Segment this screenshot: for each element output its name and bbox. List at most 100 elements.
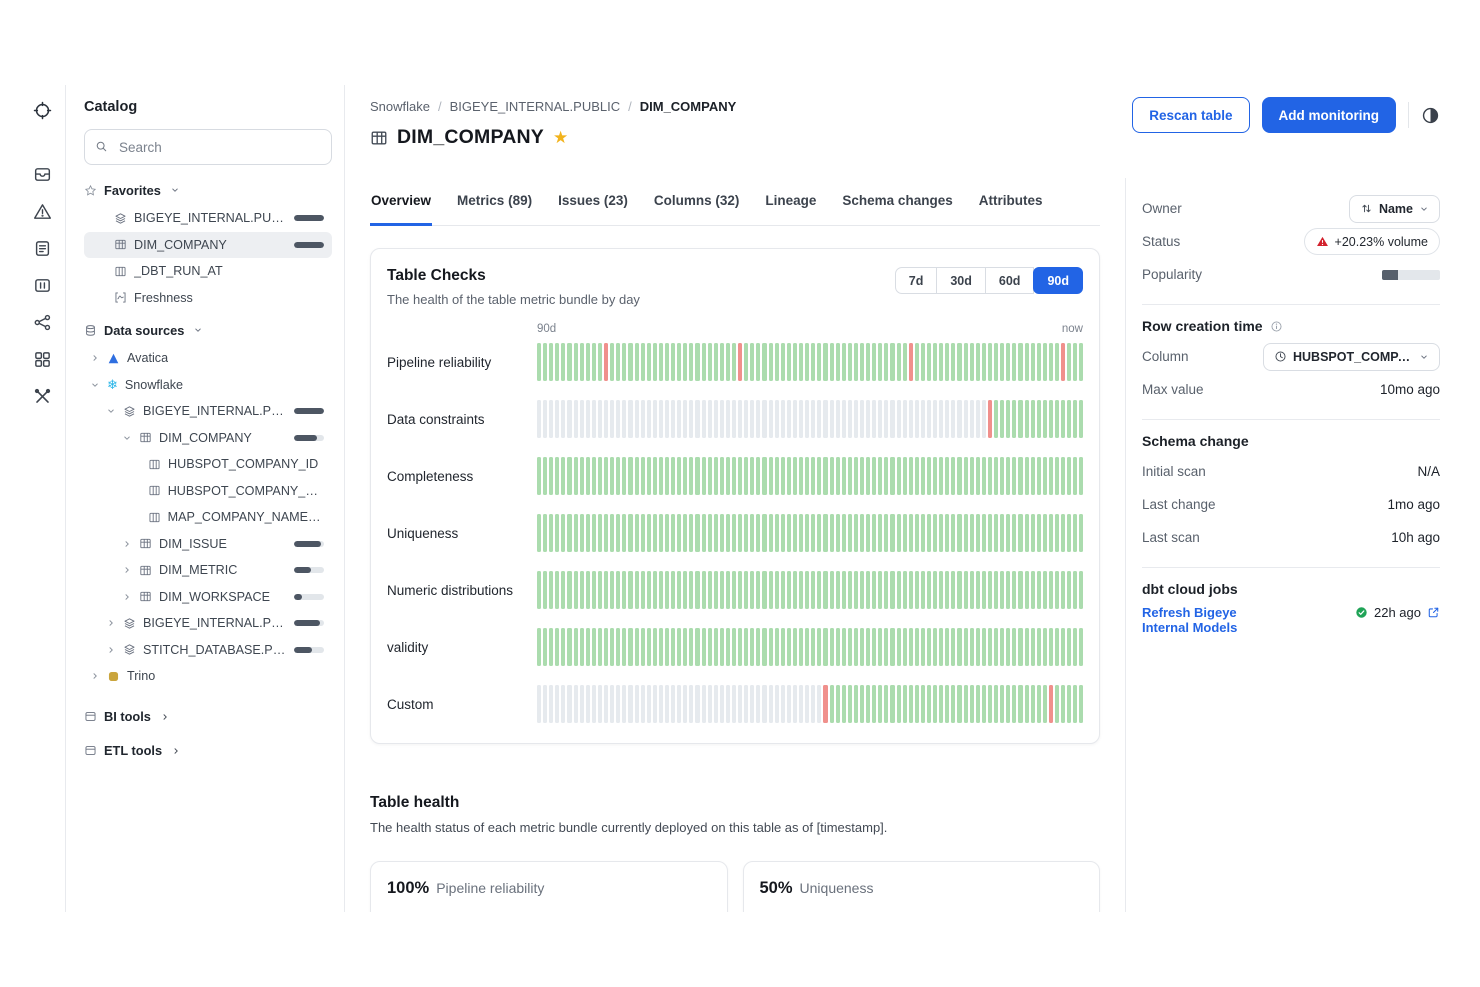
tree-item-dim-metric[interactable]: DIM_METRIC — [84, 557, 332, 584]
check-bar-empty — [897, 400, 901, 438]
tree-item-trino[interactable]: Trino — [84, 663, 332, 690]
check-strip[interactable] — [537, 514, 1083, 552]
check-bar-ok — [653, 343, 657, 381]
rail-tools-icon[interactable] — [28, 381, 58, 411]
health-card-pipeline-reliability[interactable]: 100%Pipeline reliability — [370, 861, 728, 912]
rail-docs-icon[interactable] — [28, 233, 58, 263]
breadcrumb-item-dim-company[interactable]: DIM_COMPANY — [640, 99, 737, 114]
rescan-table-button[interactable]: Rescan table — [1132, 97, 1249, 133]
tab-schema-changes[interactable]: Schema changes — [841, 178, 953, 226]
check-bar-empty — [817, 400, 821, 438]
rail-catalog-icon[interactable] — [28, 159, 58, 189]
tree-item-hubspot-company-name[interactable]: HUBSPOT_COMPANY_NAME — [84, 478, 332, 505]
sidebar-item-bigeye-internal-publ[interactable]: BIGEYE_INTERNAL.PUBL... — [84, 205, 332, 232]
breadcrumb-item-bigeye-internal-public[interactable]: BIGEYE_INTERNAL.PUBLIC — [450, 99, 621, 114]
chevron-right-icon — [171, 746, 181, 756]
check-bar-ok — [933, 685, 937, 723]
check-bar-empty — [927, 400, 931, 438]
owner-select[interactable]: Name — [1349, 195, 1440, 223]
range-60d-button[interactable]: 60d — [985, 267, 1035, 294]
chevron-down-icon — [170, 185, 180, 195]
tree-item-snowflake[interactable]: ❄Snowflake — [84, 372, 332, 399]
tree-item-avatica[interactable]: Avatica — [84, 345, 332, 372]
check-bar-empty — [708, 400, 712, 438]
check-bar-ok — [1067, 514, 1071, 552]
check-bar-ok — [1067, 343, 1071, 381]
check-bar-ok — [1055, 628, 1059, 666]
check-bar-ok — [647, 514, 651, 552]
check-strip[interactable] — [537, 343, 1083, 381]
column-select[interactable]: HUBSPOT_COMPA... — [1263, 343, 1440, 371]
check-bar-empty — [695, 400, 699, 438]
sidebar-item-dbt-run-at[interactable]: _DBT_RUN_AT — [84, 258, 332, 285]
sidebar-item-label: BIGEYE_INTERNAL.PUBL... — [134, 211, 287, 225]
tree-item-label: BIGEYE_INTERNAL.PU... — [143, 616, 287, 630]
check-bar-ok — [884, 685, 888, 723]
check-bar-ok — [756, 343, 760, 381]
health-card-uniqueness[interactable]: 50%Uniqueness — [743, 861, 1101, 912]
data-sources-header[interactable]: Data sources — [84, 315, 332, 345]
check-bar-ok — [933, 571, 937, 609]
panel-toggle-icon[interactable] — [1421, 106, 1440, 125]
breadcrumb-item-snowflake[interactable]: Snowflake — [370, 99, 430, 114]
sidebar-item-freshness[interactable]: Freshness — [84, 285, 332, 312]
range-7d-button[interactable]: 7d — [895, 267, 938, 294]
dbt-job-link[interactable]: Refresh Bigeye Internal Models — [1142, 605, 1260, 636]
check-bar-ok — [1055, 343, 1059, 381]
check-bar-ok — [957, 457, 961, 495]
check-bar-ok — [659, 628, 663, 666]
check-bar-ok — [1049, 571, 1053, 609]
tree-item-label: DIM_ISSUE — [159, 537, 227, 551]
range-30d-button[interactable]: 30d — [936, 267, 986, 294]
tree-item-dim-workspace[interactable]: DIM_WORKSPACE — [84, 584, 332, 611]
tree-item-bigeye-internal-pu[interactable]: BIGEYE_INTERNAL.PU... — [84, 398, 332, 425]
tree-item-dim-company[interactable]: DIM_COMPANY — [84, 425, 332, 452]
favorite-star-icon[interactable]: ★ — [553, 129, 568, 146]
check-bar-ok — [726, 457, 730, 495]
rail-apps-icon[interactable] — [28, 344, 58, 374]
bi-tools-header[interactable]: BI tools — [84, 702, 332, 732]
check-bar-ok — [1031, 343, 1035, 381]
check-strip[interactable] — [537, 457, 1083, 495]
rail-lineage-icon[interactable] — [28, 307, 58, 337]
info-icon[interactable] — [1270, 320, 1283, 333]
header-actions: Rescan table Add monitoring — [1132, 97, 1440, 133]
check-bar-ok — [1031, 685, 1035, 723]
check-bar-ok — [549, 514, 553, 552]
schema-change-title-text: Schema change — [1142, 433, 1249, 449]
status-badge[interactable]: +20.23% volume — [1304, 228, 1440, 255]
check-bar-empty — [738, 685, 742, 723]
tree-item-map-company-name-to[interactable]: MAP_COMPANY_NAME_TO_... — [84, 504, 332, 531]
tree-item-bigeye-internal-pu[interactable]: BIGEYE_INTERNAL.PU... — [84, 610, 332, 637]
range-90d-button[interactable]: 90d — [1033, 267, 1083, 294]
tab-lineage[interactable]: Lineage — [764, 178, 817, 226]
tree-item-dim-issue[interactable]: DIM_ISSUE — [84, 531, 332, 558]
check-strip[interactable] — [537, 628, 1083, 666]
check-strip[interactable] — [537, 400, 1083, 438]
rail-issues-icon[interactable] — [28, 196, 58, 226]
check-bar-ok — [610, 514, 614, 552]
search-input[interactable] — [84, 129, 332, 165]
table-icon — [139, 537, 152, 550]
tab-issues-23[interactable]: Issues (23) — [557, 178, 629, 226]
check-bar-ok — [945, 343, 949, 381]
tree-item-hubspot-company-id[interactable]: HUBSPOT_COMPANY_ID — [84, 451, 332, 478]
add-monitoring-button[interactable]: Add monitoring — [1262, 97, 1396, 133]
check-strip[interactable] — [537, 685, 1083, 723]
rail-compare-icon[interactable] — [28, 270, 58, 300]
sidebar-item-dim-company[interactable]: DIM_COMPANY — [84, 232, 332, 259]
etl-tools-header[interactable]: ETL tools — [84, 736, 332, 766]
rail-logo-icon[interactable] — [28, 95, 58, 125]
check-bar-ok — [1043, 343, 1047, 381]
check-bar-ok — [592, 628, 596, 666]
check-bar-ok — [927, 343, 931, 381]
favorites-header[interactable]: Favorites — [84, 175, 332, 205]
tab-columns-32[interactable]: Columns (32) — [653, 178, 741, 226]
tree-item-stitch-database-pr[interactable]: STITCH_DATABASE.PR... — [84, 637, 332, 664]
tab-metrics-89[interactable]: Metrics (89) — [456, 178, 533, 226]
check-bar-ok — [903, 457, 907, 495]
tab-attributes[interactable]: Attributes — [978, 178, 1044, 226]
check-strip[interactable] — [537, 571, 1083, 609]
external-link-icon[interactable] — [1427, 606, 1440, 619]
tab-overview[interactable]: Overview — [370, 178, 432, 226]
